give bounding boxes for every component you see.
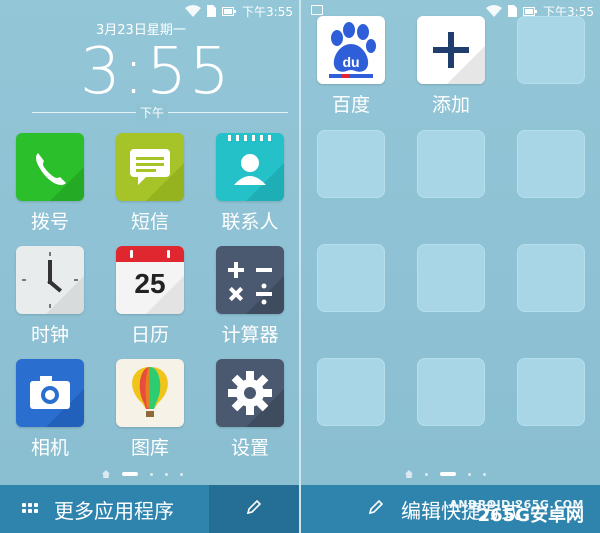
pencil-icon bbox=[245, 498, 263, 520]
gear-icon bbox=[216, 359, 284, 427]
more-apps-button[interactable]: 更多应用程序 bbox=[0, 485, 209, 533]
status-time: 下午3:55 bbox=[242, 4, 293, 19]
app-gallery[interactable]: 图库 bbox=[114, 359, 186, 460]
empty-slot[interactable] bbox=[417, 244, 485, 312]
sim-card-icon bbox=[508, 5, 518, 17]
phone-icon bbox=[16, 133, 84, 201]
page-dot bbox=[165, 472, 168, 476]
pencil-icon bbox=[367, 498, 385, 520]
app-messages[interactable]: 短信 bbox=[114, 133, 186, 234]
plus-icon bbox=[417, 16, 485, 84]
battery-icon bbox=[222, 6, 237, 16]
baidu-badge: du bbox=[342, 54, 360, 70]
empty-slot[interactable] bbox=[317, 358, 385, 426]
wifi-icon bbox=[486, 5, 503, 17]
watermark-brand: 265G安卓网 bbox=[477, 505, 584, 526]
app-settings[interactable]: 设置 bbox=[214, 359, 286, 460]
app-label: 图库 bbox=[130, 437, 169, 459]
sim-card-icon bbox=[207, 5, 217, 17]
empty-slot[interactable] bbox=[517, 358, 585, 426]
edit-button[interactable] bbox=[209, 485, 299, 533]
app-contacts[interactable]: 联系人 bbox=[214, 133, 286, 234]
clock-time[interactable]: 3:55 bbox=[80, 32, 232, 112]
wifi-icon bbox=[185, 5, 202, 17]
home-page-icon bbox=[405, 470, 413, 478]
app-label: 短信 bbox=[130, 211, 169, 233]
camera-icon bbox=[16, 359, 84, 427]
app-label: 时钟 bbox=[30, 324, 69, 346]
more-apps-label: 更多应用程序 bbox=[54, 498, 174, 523]
message-icon bbox=[116, 133, 184, 201]
page-dot bbox=[150, 472, 153, 476]
app-add[interactable]: 添加 bbox=[415, 16, 487, 117]
empty-slot[interactable] bbox=[417, 358, 485, 426]
calendar-icon: 25 bbox=[116, 246, 184, 314]
clock-ampm: 下午 bbox=[136, 104, 169, 121]
empty-slot[interactable] bbox=[417, 130, 485, 198]
page-dot bbox=[468, 472, 471, 476]
page-dot bbox=[180, 472, 183, 476]
left-home-screen: 下午3:55 3月23日星期一 3:55 下午 拨号 短信 联系人 时钟 25 … bbox=[0, 0, 299, 533]
app-calculator[interactable]: 计算器 bbox=[214, 246, 286, 347]
app-clock[interactable]: 时钟 bbox=[14, 246, 86, 347]
page-dot-active bbox=[122, 472, 138, 476]
right-home-screen: 下午3:55 du 百度 添加 bbox=[301, 0, 600, 533]
app-dialer[interactable]: 拨号 bbox=[14, 133, 86, 234]
empty-slot[interactable] bbox=[517, 130, 585, 198]
empty-slot[interactable] bbox=[517, 16, 585, 84]
app-calendar[interactable]: 25 日历 bbox=[114, 246, 186, 347]
page-dot-active bbox=[440, 472, 456, 476]
gallery-balloon-icon bbox=[116, 359, 184, 427]
app-label: 相机 bbox=[30, 437, 69, 459]
page-dot bbox=[483, 472, 486, 476]
app-label: 日历 bbox=[130, 324, 169, 346]
app-label: 计算器 bbox=[221, 324, 279, 346]
page-dot bbox=[425, 472, 428, 476]
app-label: 联系人 bbox=[221, 211, 279, 233]
status-bar: 下午3:55 bbox=[185, 2, 293, 20]
calculator-icon bbox=[216, 246, 284, 314]
home-page-icon bbox=[102, 470, 110, 478]
app-label: 百度 bbox=[331, 94, 370, 116]
battery-icon bbox=[523, 6, 538, 16]
app-label: 拨号 bbox=[30, 211, 69, 233]
clock-icon bbox=[16, 246, 84, 314]
baidu-paw-icon: du bbox=[317, 16, 385, 84]
notification-image-icon bbox=[311, 5, 323, 15]
empty-slot[interactable] bbox=[517, 244, 585, 312]
app-baidu[interactable]: du 百度 bbox=[315, 16, 387, 117]
page-indicator bbox=[405, 470, 486, 478]
empty-slot[interactable] bbox=[317, 130, 385, 198]
app-label: 设置 bbox=[230, 437, 269, 459]
app-label: 添加 bbox=[431, 94, 470, 116]
page-indicator bbox=[102, 470, 183, 478]
contacts-icon bbox=[216, 133, 284, 201]
app-grid-icon bbox=[22, 503, 38, 515]
app-camera[interactable]: 相机 bbox=[14, 359, 86, 460]
calendar-day: 25 bbox=[134, 268, 166, 299]
empty-slot[interactable] bbox=[317, 244, 385, 312]
